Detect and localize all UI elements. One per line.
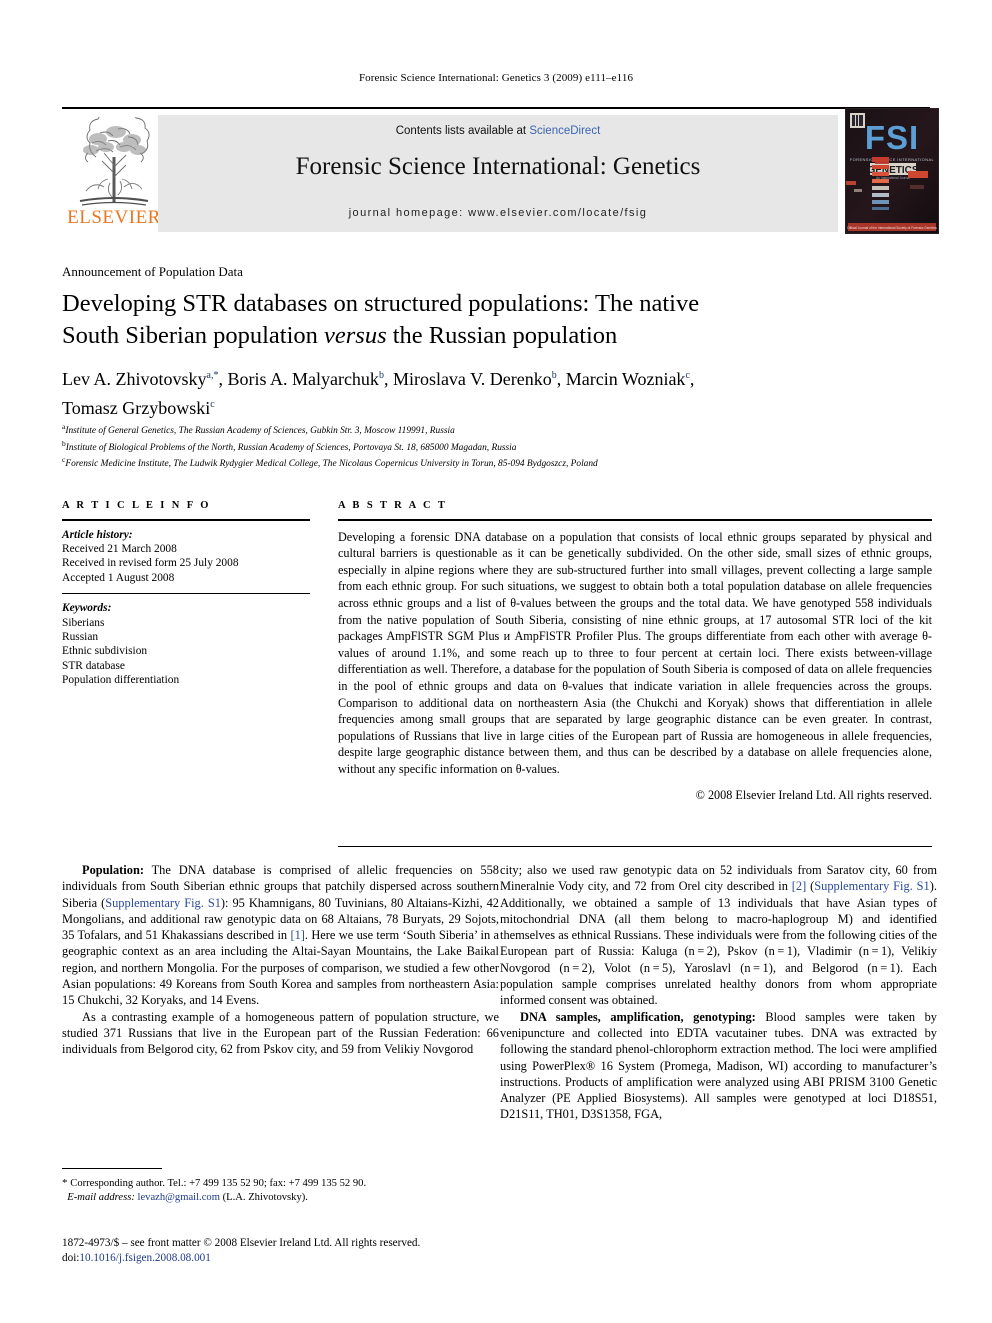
affiliation-list: aInstitute of General Genetics, The Russ… <box>62 421 932 471</box>
body-paragraph: As a contrasting example of a homogeneou… <box>62 1009 499 1057</box>
article-history-group: Article history: Received 21 March 2008 … <box>62 528 310 586</box>
doi-label: doi: <box>62 1251 80 1264</box>
body-paragraph: DNA samples, amplification, genotyping: … <box>500 1009 937 1123</box>
author-separator: , <box>689 369 695 389</box>
keyword-item: STR database <box>62 659 125 672</box>
author-separator: , <box>556 369 566 389</box>
abstract-text: Developing a forensic DNA database on a … <box>338 529 932 776</box>
corresponding-author-note: * Corresponding author. Tel.: +7 499 135… <box>62 1176 499 1191</box>
cover-artwork-icon: FSI FORENSIC SCIENCE INTERNATIONAL GENET… <box>846 109 938 233</box>
article-history-item: Received in revised form 25 July 2008 <box>62 557 239 570</box>
title-line-1: Developing STR databases on structured p… <box>62 290 700 317</box>
journal-article-page: Forensic Science International: Genetics… <box>0 0 992 1323</box>
population-run-in-heading: Population: <box>82 863 144 877</box>
supplementary-fig-link[interactable]: Supplementary Fig. S1 <box>814 879 929 893</box>
affiliation-text: Forensic Medicine Institute, The Ludwik … <box>65 459 598 470</box>
journal-band: Contents lists available at ScienceDirec… <box>158 115 838 232</box>
body-paragraph: city; also we used raw genotypic data on… <box>500 862 937 1009</box>
abstract-rule-top <box>338 519 932 521</box>
svg-text:Official Journal of the Intern: Official Journal of the International So… <box>847 226 937 230</box>
keyword-item: Siberians <box>62 616 105 629</box>
keyword-item: Russian <box>62 631 99 644</box>
body-text: Blood samples were taken by venipuncture… <box>500 1009 937 1122</box>
author-affil-mark: a,* <box>206 370 219 381</box>
body-paragraph: Population: The DNA database is comprise… <box>62 862 499 1009</box>
abstract-block: A B S T R A C T Developing a forensic DN… <box>338 500 932 803</box>
keywords-group: Keywords: Siberians Russian Ethnic subdi… <box>62 601 310 687</box>
author-name: Miroslava V. Derenko <box>392 369 552 389</box>
svg-text:FSI: FSI <box>865 119 919 156</box>
journal-cover-thumbnail: FSI FORENSIC SCIENCE INTERNATIONAL GENET… <box>845 108 939 234</box>
doi-link[interactable]: 10.1016/j.fsigen.2008.08.001 <box>79 1252 210 1264</box>
doi-line: doi:10.1016/j.fsigen.2008.08.001 <box>62 1251 562 1266</box>
running-head: Forensic Science International: Genetics… <box>358 72 634 84</box>
svg-text:FORENSIC SCIENCE INTERNATIONAL: FORENSIC SCIENCE INTERNATIONAL <box>850 157 935 162</box>
email-note: E-mail address: levazh@gmail.com (L.A. Z… <box>62 1191 499 1205</box>
masthead-top-rule <box>62 107 930 109</box>
article-info-block: A R T I C L E I N F O Article history: R… <box>62 500 310 688</box>
title-line-2-emphasis: versus <box>324 322 387 349</box>
author-list: Lev A. Zhivotovskya,*, Boris A. Malyarch… <box>62 363 922 421</box>
affiliation-text: Institute of Biological Problems of the … <box>65 442 517 453</box>
reference-link[interactable]: [1] <box>290 928 304 942</box>
article-section-label: Announcement of Population Data <box>62 264 243 279</box>
keyword-item: Population differentiation <box>62 674 180 687</box>
footnote-rule <box>62 1168 162 1169</box>
abstract-bottom-rule <box>338 846 932 847</box>
elsevier-tree-icon <box>79 117 150 206</box>
journal-title: Forensic Science International: Genetics <box>295 153 701 180</box>
abstract-heading: A B S T R A C T <box>338 500 448 511</box>
supplementary-fig-link[interactable]: Supplementary Fig. S1 <box>105 896 221 910</box>
elsevier-wordmark: ELSEVIER <box>67 207 161 228</box>
contents-prefix: Contents lists available at <box>395 125 530 137</box>
affiliation-item: cForensic Medicine Institute, The Ludwik… <box>62 454 932 471</box>
corresponding-author-text: Corresponding author. Tel.: +7 499 135 5… <box>70 1178 367 1189</box>
footnote-block: * Corresponding author. Tel.: +7 499 135… <box>62 1176 499 1205</box>
article-history-label: Article history: <box>62 528 133 541</box>
sciencedirect-link[interactable]: ScienceDirect <box>529 125 600 137</box>
article-info-rule-top <box>62 519 310 521</box>
contents-available-line: Contents lists available at ScienceDirec… <box>158 125 838 137</box>
author-name: Boris A. Malyarchuk <box>227 369 379 389</box>
email-label: E-mail address: <box>67 1192 135 1203</box>
title-line-2-post: the Russian population <box>386 322 618 349</box>
affiliation-item: aInstitute of General Genetics, The Russ… <box>62 421 932 438</box>
title-line-2-pre: South Siberian population <box>62 322 324 349</box>
page-title: Developing STR databases on structured p… <box>62 288 862 352</box>
affiliation-text: Institute of General Genetics, The Russi… <box>65 426 455 437</box>
reference-link[interactable]: [2] <box>792 879 806 893</box>
email-link[interactable]: levazh@gmail.com <box>138 1192 220 1203</box>
author-affil-mark: c <box>210 399 215 410</box>
journal-masthead: ELSEVIER Contents lists available at Sci… <box>62 107 939 234</box>
journal-homepage[interactable]: journal homepage: www.elsevier.com/locat… <box>158 207 838 219</box>
article-info-heading: A R T I C L E I N F O <box>62 500 211 511</box>
dna-samples-run-in-heading: DNA samples, amplification, genotyping: <box>520 1009 756 1024</box>
affiliation-item: bInstitute of Biological Problems of the… <box>62 438 932 455</box>
body-column-left: Population: The DNA database is comprise… <box>62 862 499 1058</box>
email-owner: (L.A. Zhivotovsky). <box>219 1192 308 1203</box>
article-history-item: Accepted 1 August 2008 <box>62 571 175 584</box>
author-name: Tomasz Grzybowski <box>62 398 211 418</box>
abstract-copyright: © 2008 Elsevier Ireland Ltd. All rights … <box>695 787 932 802</box>
asterisk-icon: * <box>62 1177 71 1189</box>
issn-copyright-line: 1872-4973/$ – see front matter © 2008 El… <box>62 1237 421 1249</box>
body-text: ). Additionally, we obtained a sample of… <box>500 879 937 1008</box>
author-separator: , <box>383 369 393 389</box>
author-name: Marcin Wozniak <box>565 369 686 389</box>
body-column-right: city; also we used raw genotypic data on… <box>500 862 937 1123</box>
elsevier-logo: ELSEVIER <box>66 117 162 229</box>
page-footer: 1872-4973/$ – see front matter © 2008 El… <box>62 1236 562 1265</box>
author-name: Lev A. Zhivotovsky <box>62 369 207 389</box>
keywords-label: Keywords: <box>62 602 112 615</box>
keyword-item: Ethnic subdivision <box>62 645 148 658</box>
article-history-item: Received 21 March 2008 <box>62 543 177 555</box>
article-info-rule-mid <box>62 593 310 595</box>
